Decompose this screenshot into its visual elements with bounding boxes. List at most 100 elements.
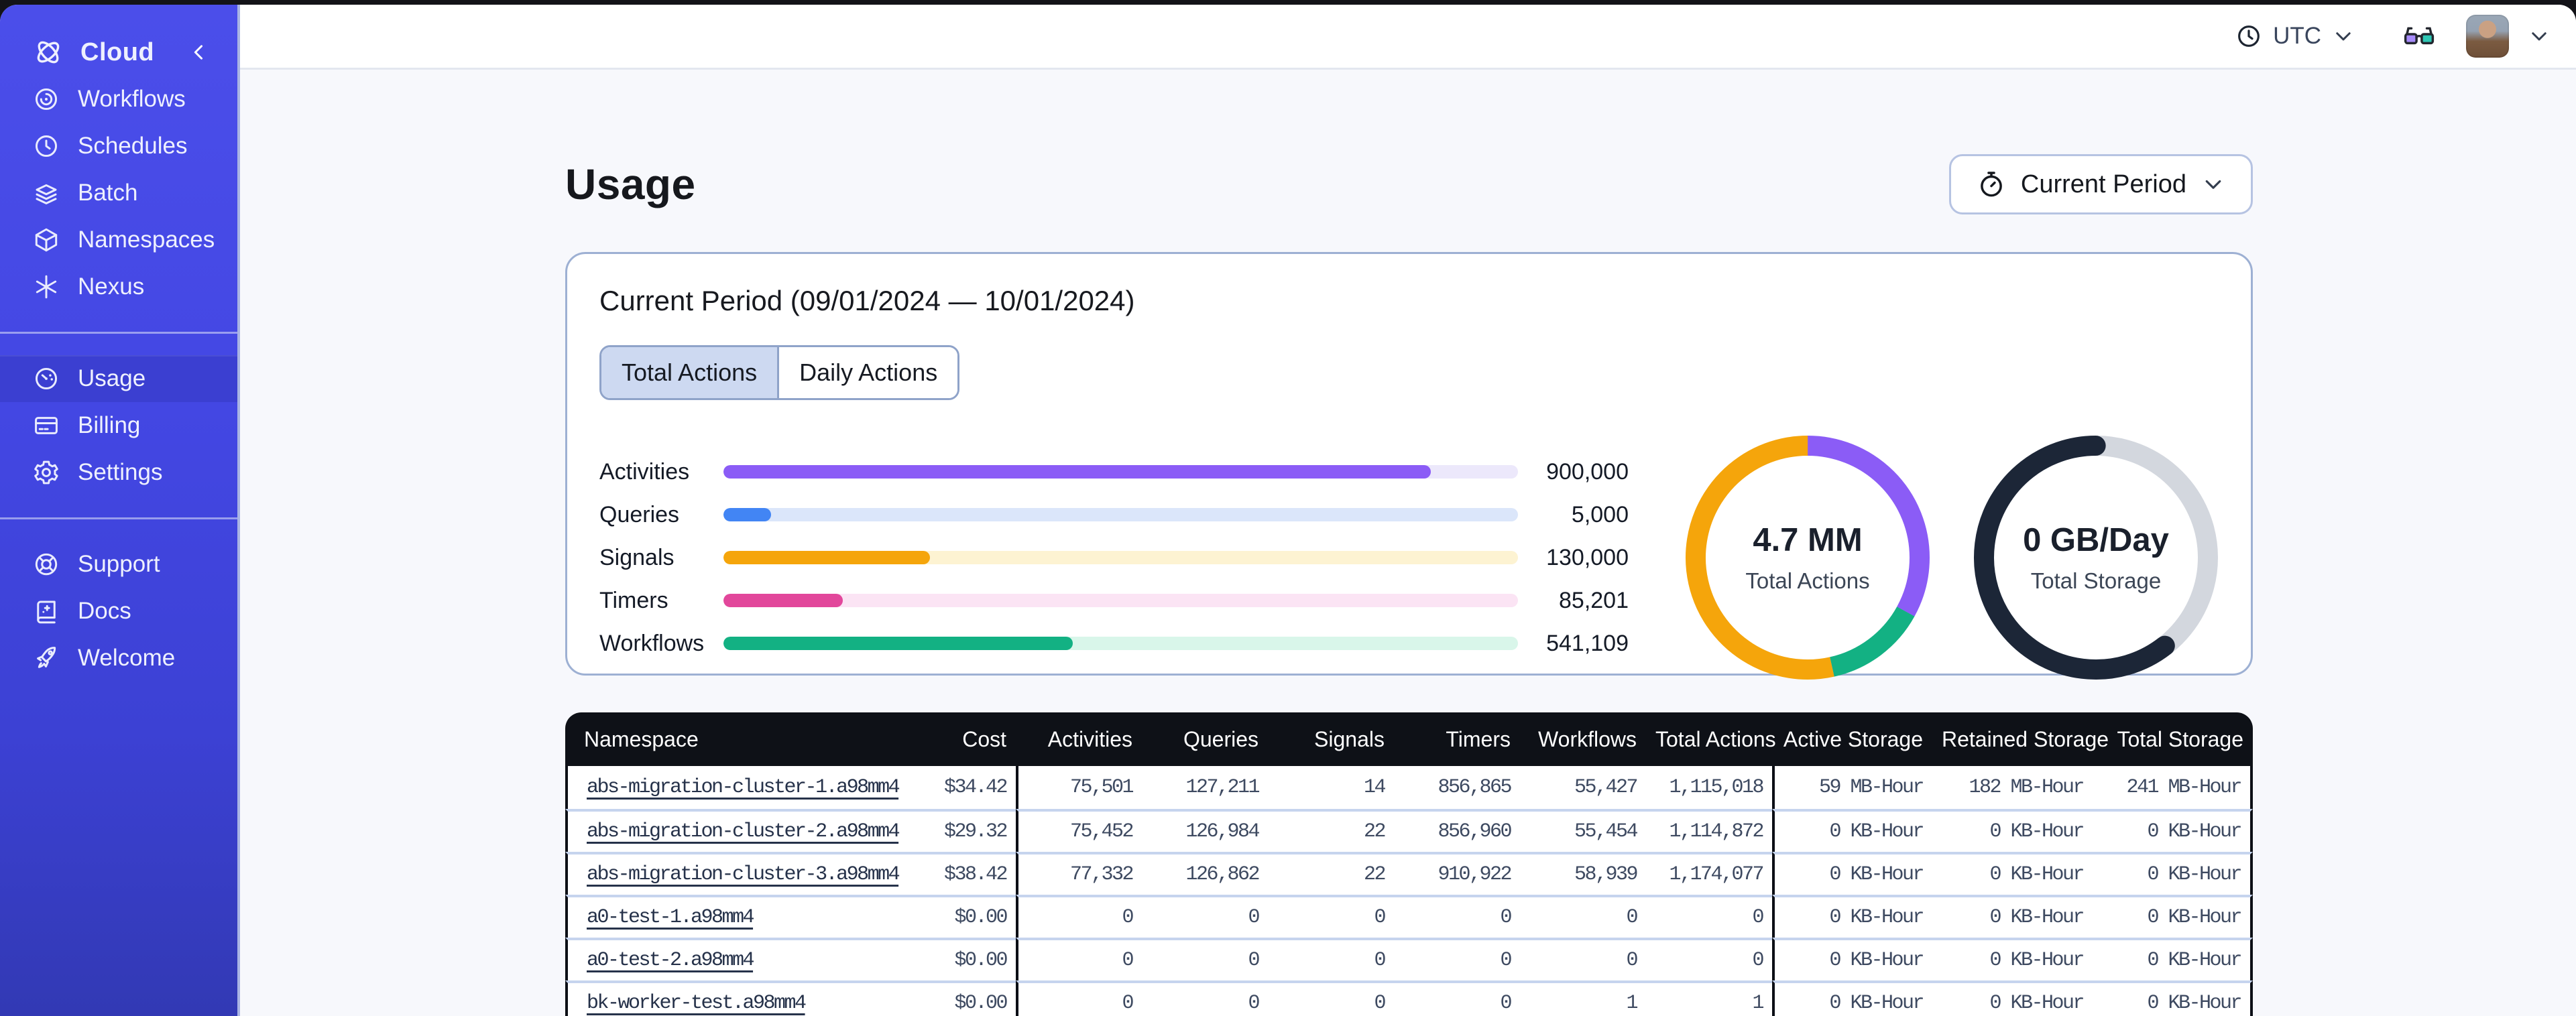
- usage-bar-chart: Activities 900,000 Queries 5,000 Signals 130,…: [599, 450, 1629, 665]
- sidebar-item-settings[interactable]: Settings: [0, 449, 237, 496]
- cell-signals: 0: [1268, 938, 1394, 980]
- namespace-usage-table-section: Namespace Cost Activities Queries Signals Tim…: [565, 712, 2253, 1016]
- cell-signals: 22: [1268, 809, 1394, 852]
- sidebar-item-label: Schedules: [78, 133, 188, 159]
- sidebar-item-label: Settings: [78, 459, 163, 485]
- cell-workflows: 1: [1520, 980, 1646, 1016]
- cell-timers: 0: [1394, 938, 1520, 980]
- bar-track: [723, 551, 1518, 564]
- table-row: abs-migration-cluster-2.a98mm4 $29.32 75,4…: [565, 809, 2253, 852]
- cell-queries: 0: [1142, 980, 1268, 1016]
- namespace-link[interactable]: abs-migration-cluster-3.a98mm4: [587, 863, 900, 886]
- docs-icon: [32, 597, 60, 625]
- sidebar: Cloud Workflows Schedules Batch Namespaces N…: [0, 5, 240, 1016]
- cell-timers: 856,865: [1394, 766, 1520, 809]
- namespace-link[interactable]: bk-worker-test.a98mm4: [587, 992, 807, 1015]
- topbar: UTC: [240, 5, 2576, 70]
- sidebar-collapse-button[interactable]: [188, 41, 211, 64]
- column-header-cost: Cost: [880, 712, 1016, 766]
- bar-fill: [723, 465, 1431, 479]
- cell-signals: 14: [1268, 766, 1394, 809]
- bar-value: 130,000: [1546, 544, 1629, 570]
- cell-cost: $29.32: [880, 809, 1016, 852]
- cell-timers: 0: [1394, 895, 1520, 938]
- column-header-namespace: Namespace: [565, 712, 880, 766]
- cell-activities: 75,452: [1016, 809, 1142, 852]
- tab-total-actions[interactable]: Total Actions: [601, 347, 778, 398]
- bar-label: Workflows: [599, 630, 705, 656]
- bar-label: Signals: [599, 544, 675, 570]
- sidebar-item-docs[interactable]: Docs: [0, 588, 237, 635]
- sidebar-item-billing[interactable]: Billing: [0, 402, 237, 449]
- sidebar-item-batch[interactable]: Batch: [0, 170, 237, 216]
- table-row: a0-test-1.a98mm4 $0.00 0 0 0 0 0 0 0 KB-Hour 0 KB…: [565, 895, 2253, 938]
- cell-namespace: abs-migration-cluster-1.a98mm4: [565, 766, 900, 809]
- column-header-workflows: Workflows: [1520, 712, 1646, 766]
- cell-cost: $34.42: [880, 766, 1016, 809]
- namespace-usage-table: Namespace Cost Activities Queries Signals Tim…: [565, 712, 2253, 1016]
- column-header-queries: Queries: [1142, 712, 1268, 766]
- sidebar-item-namespaces[interactable]: Namespaces: [0, 216, 237, 263]
- cell-total-actions: 1,115,018: [1646, 766, 1772, 809]
- sidebar-item-welcome[interactable]: Welcome: [0, 635, 237, 682]
- namespace-link[interactable]: abs-migration-cluster-2.a98mm4: [587, 820, 900, 843]
- period-selector-button[interactable]: Current Period: [1948, 154, 2253, 214]
- sidebar-item-label: Workflows: [78, 86, 186, 112]
- sidebar-item-support[interactable]: Support: [0, 541, 237, 588]
- sidebar-item-label: Nexus: [78, 273, 145, 300]
- column-header-active-storage: Active Storage: [1772, 712, 1932, 766]
- bar-row-workflows: Workflows 541,109: [599, 622, 1629, 665]
- actions-view-tabs: Total Actions Daily Actions: [599, 345, 960, 400]
- account-menu-chevron-down-icon[interactable]: [2528, 25, 2551, 48]
- sidebar-separator: [0, 517, 237, 519]
- sidebar-item-label: Usage: [78, 365, 146, 391]
- cell-total-actions: 0: [1646, 938, 1772, 980]
- chevron-down-icon: [2201, 172, 2225, 196]
- cell-retained-storage: 0 KB-Hour: [1932, 938, 2093, 980]
- cell-total-storage: 0 KB-Hour: [2093, 852, 2253, 895]
- app-window: Cloud Workflows Schedules Batch Namespaces N…: [0, 5, 2576, 1016]
- schedules-icon: [32, 132, 60, 160]
- bar-label: Activities: [599, 458, 690, 485]
- cell-namespace: abs-migration-cluster-3.a98mm4: [565, 852, 900, 895]
- cell-queries: 127,211: [1142, 766, 1268, 809]
- table-body: abs-migration-cluster-1.a98mm4 $34.42 75,5…: [565, 766, 2253, 1016]
- table-row: abs-migration-cluster-3.a98mm4 $38.42 77,3…: [565, 852, 2253, 895]
- cell-queries: 0: [1142, 938, 1268, 980]
- batch-icon: [32, 179, 60, 207]
- panel-title: Current Period (09/01/2024 — 10/01/2024): [599, 285, 1135, 316]
- sidebar-logo-label: Cloud: [80, 38, 155, 66]
- sidebar-item-label: Support: [78, 551, 160, 577]
- namespace-link[interactable]: a0-test-2.a98mm4: [587, 949, 755, 972]
- cell-timers: 856,960: [1394, 809, 1520, 852]
- namespace-link[interactable]: a0-test-1.a98mm4: [587, 906, 755, 929]
- tab-daily-actions[interactable]: Daily Actions: [777, 347, 958, 398]
- donut-total-storage: 0 GB/Day Total Storage: [1973, 435, 2219, 680]
- cell-workflows: 58,939: [1520, 852, 1646, 895]
- bar-value: 85,201: [1559, 587, 1629, 613]
- bar-fill: [723, 594, 843, 607]
- cell-total-actions: 1: [1646, 980, 1772, 1016]
- support-icon: [32, 550, 60, 578]
- namespaces-icon: [32, 226, 60, 254]
- sidebar-item-usage[interactable]: Usage: [0, 355, 237, 402]
- sidebar-item-nexus[interactable]: Nexus: [0, 263, 237, 310]
- bar-row-activities: Activities 900,000: [599, 450, 1629, 493]
- sidebar-item-workflows[interactable]: Workflows: [0, 76, 237, 123]
- glasses-icon[interactable]: [2402, 19, 2437, 54]
- temporal-cloud-logo-icon: [32, 36, 64, 68]
- cell-cost: $38.42: [880, 852, 1016, 895]
- timezone-selector[interactable]: UTC: [2235, 23, 2355, 50]
- billing-icon: [32, 411, 60, 440]
- sidebar-logo-row: Cloud: [0, 29, 237, 76]
- cell-namespace: abs-migration-cluster-2.a98mm4: [565, 809, 900, 852]
- sidebar-item-schedules[interactable]: Schedules: [0, 123, 237, 170]
- namespace-link[interactable]: abs-migration-cluster-1.a98mm4: [587, 776, 900, 799]
- sidebar-item-label: Batch: [78, 180, 138, 206]
- bar-row-signals: Signals 130,000: [599, 536, 1629, 579]
- sidebar-item-label: Namespaces: [78, 227, 215, 253]
- cell-workflows: 0: [1520, 895, 1646, 938]
- nexus-icon: [32, 273, 60, 301]
- user-avatar[interactable]: [2466, 15, 2509, 58]
- bar-fill: [723, 637, 1073, 650]
